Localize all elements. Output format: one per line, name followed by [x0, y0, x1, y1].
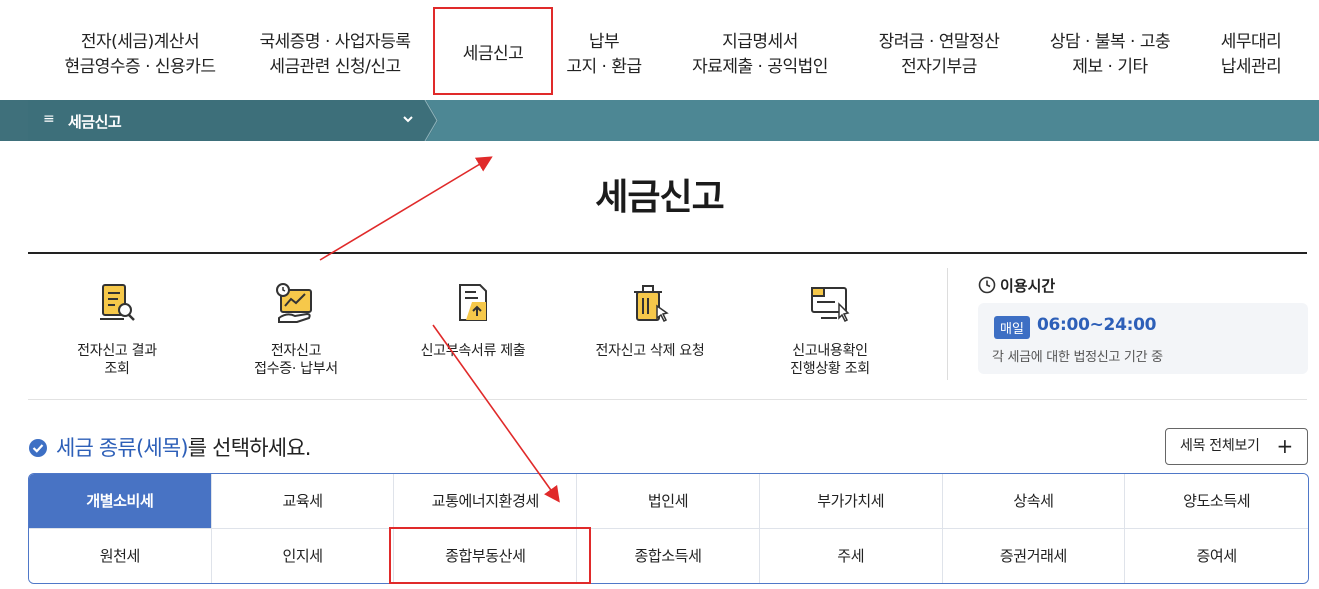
nav-item-line1: 장려금 · 연말정산: [878, 32, 1000, 52]
service-progress-inquiry[interactable]: 신고내용확인 진행상황 조회: [745, 280, 915, 378]
nav-item-payment[interactable]: 납부 고지 · 환급: [553, 30, 655, 80]
tax-type-grid: 개별소비세 교육세 교통에너지환경세 법인세 부가가치세 상속세 양도소득세 원…: [28, 473, 1309, 584]
tax-cell-transfer-income[interactable]: 양도소득세: [1125, 474, 1308, 529]
tax-cell-withholding[interactable]: 원천세: [29, 529, 212, 583]
view-all-label: 세목 전체보기: [1180, 438, 1260, 454]
breadcrumb-label: 세금신고: [68, 113, 122, 131]
annotation-highlight-box: [389, 527, 591, 584]
home-tab[interactable]: [0, 100, 28, 141]
receipt-chart-icon: [276, 283, 312, 323]
view-all-tax-button[interactable]: 세목 전체보기 +: [1165, 428, 1308, 465]
tax-cell-education[interactable]: 교육세: [211, 474, 395, 529]
hours-note: 각 세금에 대한 법정신고 기간 중: [992, 350, 1163, 365]
nav-item-line2: 세금관련 신청/신고: [269, 57, 401, 77]
document-search-icon: [100, 284, 135, 321]
nav-item-payment-statement[interactable]: 지급명세서 자료제출 · 공익법인: [680, 30, 840, 80]
nav-item-line2: 고지 · 환급: [566, 57, 642, 77]
divider: [28, 399, 1307, 400]
nav-item-certificates[interactable]: 국세증명 · 사업자등록 세금관련 신청/신고: [240, 30, 430, 80]
plus-icon: +: [1276, 434, 1294, 458]
tax-cell-transport-energy-env[interactable]: 교통에너지환경세: [394, 474, 578, 529]
hours-box: 매일 06:00~24:00 각 세금에 대한 법정신고 기간 중: [978, 303, 1308, 374]
tax-cell-inheritance[interactable]: 상속세: [942, 474, 1126, 529]
nav-item-line1: 납부: [588, 32, 620, 52]
nav-item-line2: 전자기부금: [901, 57, 977, 77]
monitor-cursor-icon: [811, 287, 850, 323]
nav-item-line2: 납세관리: [1220, 57, 1282, 77]
nav-item-tax-agent[interactable]: 세무대리 납세관리: [1205, 30, 1297, 80]
top-navigation: 전자(세금)계산서 현금영수증 · 신용카드 국세증명 · 사업자등록 세금관련…: [0, 0, 1319, 100]
service-label: 신고부속서류 제출: [420, 343, 526, 359]
check-circle-icon: [29, 439, 47, 457]
divider: [947, 268, 948, 380]
nav-item-line2: 현금영수증 · 신용카드: [64, 57, 216, 77]
page-title: 세금신고: [595, 177, 724, 218]
breadcrumb-separator-icon: [420, 100, 438, 141]
annotation-highlight-box: [433, 7, 553, 95]
daily-badge: 매일: [994, 316, 1030, 339]
document-upload-icon: [459, 284, 487, 321]
service-attachment-submit[interactable]: 신고부속서류 제출: [388, 280, 558, 360]
service-label: 신고내용확인 진행상황 조회: [790, 343, 870, 377]
tax-cell-individual-consumption[interactable]: 개별소비세: [29, 474, 212, 529]
nav-item-line2: 제보 · 기타: [1072, 57, 1148, 77]
tax-cell-vat[interactable]: 부가가치세: [759, 474, 943, 529]
hours-time: 06:00~24:00: [1037, 315, 1157, 335]
tax-cell-gift[interactable]: 증여세: [1125, 529, 1308, 583]
section-title: 세금 종류(세목)를 선택하세요.: [28, 432, 311, 462]
menu-icon: ≡: [43, 111, 55, 127]
nav-item-line1: 세무대리: [1220, 32, 1282, 52]
nav-item-line1: 상담 · 불복 · 고충: [1049, 32, 1171, 52]
tax-cell-securities-transaction[interactable]: 증권거래세: [942, 529, 1126, 583]
nav-item-incentive[interactable]: 장려금 · 연말정산 전자기부금: [863, 30, 1015, 80]
tax-cell-stamp[interactable]: 인지세: [211, 529, 395, 583]
divider: [28, 252, 1307, 254]
nav-item-line1: 지급명세서: [722, 32, 798, 52]
service-delete-request[interactable]: 전자신고 삭제 요청: [565, 280, 735, 360]
nav-item-line2: 자료제출 · 공익법인: [692, 57, 828, 77]
service-label: 전자신고 접수증· 납부서: [254, 343, 338, 377]
nav-item-line1: 국세증명 · 사업자등록: [259, 32, 411, 52]
breadcrumb-bar: ≡ 세금신고: [0, 100, 1319, 141]
trash-click-icon: [634, 285, 669, 323]
service-label: 전자신고 결과 조회: [77, 343, 157, 377]
nav-item-consultation[interactable]: 상담 · 불복 · 고충 제보 · 기타: [1035, 30, 1185, 80]
clock-icon: [978, 276, 996, 294]
nav-item-line1: 전자(세금)계산서: [80, 32, 200, 52]
tax-cell-corporate[interactable]: 법인세: [577, 474, 760, 529]
tax-cell-liquor[interactable]: 주세: [759, 529, 943, 583]
nav-item-e-invoice[interactable]: 전자(세금)계산서 현금영수증 · 신용카드: [50, 30, 230, 80]
service-receipt-payment-slip[interactable]: 전자신고 접수증· 납부서: [211, 280, 381, 378]
tax-cell-comprehensive-income[interactable]: 종합소득세: [577, 529, 760, 583]
hours-title: 이용시간: [978, 275, 1055, 296]
service-label: 전자신고 삭제 요청: [595, 343, 705, 359]
chevron-down-icon[interactable]: [401, 112, 415, 126]
service-result-inquiry[interactable]: 전자신고 결과 조회: [32, 280, 202, 378]
